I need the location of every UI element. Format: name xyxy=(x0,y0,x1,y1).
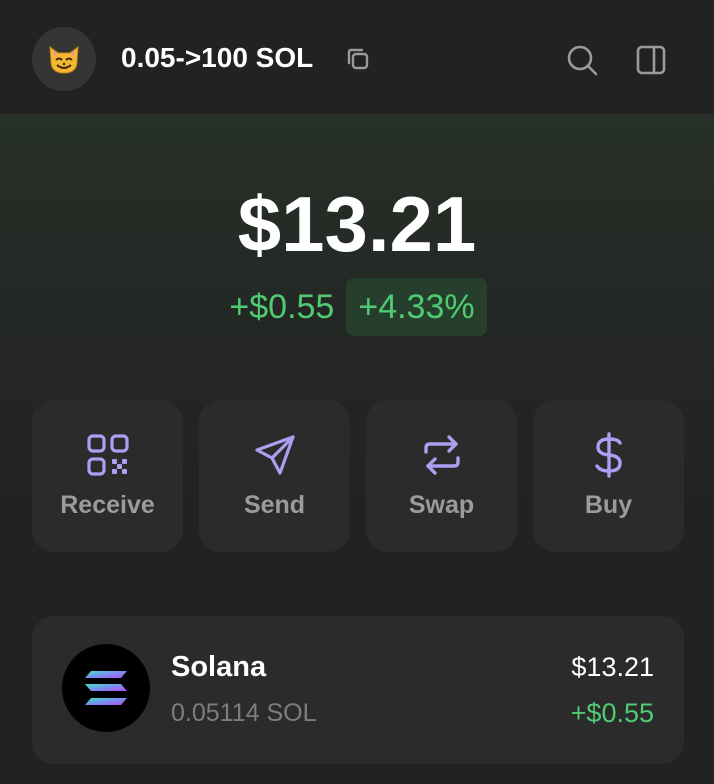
token-value: $13.21 xyxy=(571,652,654,682)
balance-change: +$0.55 +4.33% xyxy=(0,278,714,336)
buy-label: Buy xyxy=(584,491,633,519)
copy-address-button[interactable] xyxy=(343,44,373,74)
send-button[interactable]: Send xyxy=(199,400,350,552)
receive-button[interactable]: Receive xyxy=(32,400,183,552)
search-button[interactable] xyxy=(562,40,602,80)
balance-section: $13.21 +$0.55 +4.33% Receive Send Swap B… xyxy=(0,116,714,784)
total-balance: $13.21 xyxy=(237,180,477,268)
dollar-icon xyxy=(586,432,632,478)
side-panel-button[interactable] xyxy=(631,40,671,80)
wallet-app: 0.05->100 SOL $13.21 +$0.55 +4.33% Recei… xyxy=(0,0,714,784)
account-name[interactable]: 0.05->100 SOL xyxy=(121,40,313,76)
token-row-solana[interactable]: Solana 0.05114 SOL $13.21 +$0.55 xyxy=(32,616,684,764)
send-label: Send xyxy=(243,491,306,519)
buy-button[interactable]: Buy xyxy=(533,400,684,552)
action-buttons: Receive Send Swap Buy xyxy=(32,400,684,552)
swap-button[interactable]: Swap xyxy=(366,400,517,552)
account-avatar[interactable] xyxy=(32,27,96,91)
solana-logo-icon xyxy=(62,644,150,732)
header: 0.05->100 SOL xyxy=(0,0,714,116)
receive-label: Receive xyxy=(60,491,155,519)
search-icon xyxy=(567,45,598,76)
token-amount: 0.05114 SOL xyxy=(171,699,317,727)
swap-label: Swap xyxy=(408,491,475,519)
change-percent-badge: +4.33% xyxy=(346,278,487,336)
send-arrow-icon xyxy=(252,432,298,478)
token-name: Solana xyxy=(171,651,267,683)
swap-arrows-icon xyxy=(419,432,465,478)
qr-code-icon xyxy=(85,432,131,478)
token-change: +$0.55 xyxy=(570,698,654,728)
sidebar-panel-icon xyxy=(636,45,666,75)
change-amount: +$0.55 xyxy=(229,288,335,326)
copy-icon xyxy=(347,48,369,70)
cat-face-icon xyxy=(49,45,79,74)
